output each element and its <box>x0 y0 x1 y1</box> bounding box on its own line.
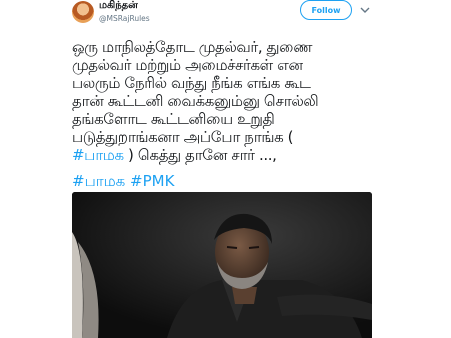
tweet-text-body: ஒரு மாநிலத்தோட முதல்வர், துணை முதல்வர் ம… <box>72 38 319 146</box>
chevron-down-icon[interactable] <box>360 6 370 14</box>
hashtag-row: #பாமக #PMK <box>72 172 174 192</box>
hashtag-pmk-link[interactable]: #PMK <box>130 172 174 190</box>
movie-still-illustration <box>72 192 372 338</box>
tweet-card: மகிந்தன் @MSRajRules Follow ஒரு மாநிலத்த… <box>0 0 451 338</box>
tweet-text: ஒரு மாநிலத்தோட முதல்வர், துணை முதல்வர் ம… <box>72 38 382 164</box>
author-display-name[interactable]: மகிந்தன் <box>99 0 138 12</box>
tweet-media-image[interactable] <box>72 192 372 338</box>
avatar[interactable] <box>72 1 94 23</box>
follow-button[interactable]: Follow <box>300 0 352 20</box>
author-handle[interactable]: @MSRajRules <box>99 14 150 23</box>
hashtag-pamaka-link[interactable]: #பாமக <box>72 172 125 190</box>
tweet-text-ending: ) கெத்து தானே சார் ..., <box>123 146 277 164</box>
inline-hashtag-link[interactable]: #பாமக <box>72 146 124 164</box>
